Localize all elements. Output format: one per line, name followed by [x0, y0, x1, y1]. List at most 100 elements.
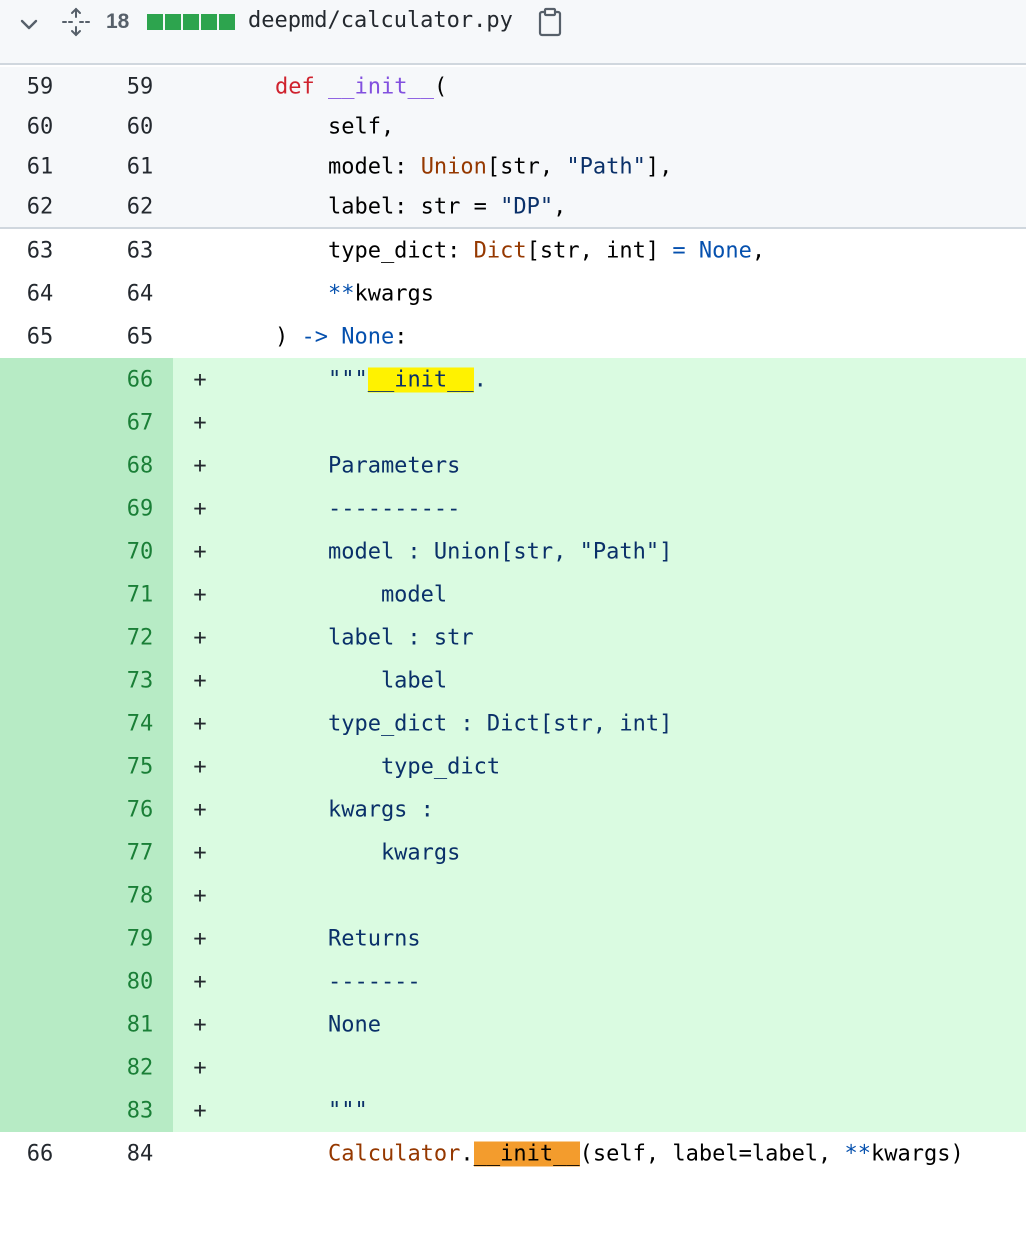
diff-sign: +: [193, 754, 207, 779]
new-line-number[interactable]: 77: [100, 840, 180, 865]
diff-sign: +: [193, 797, 207, 822]
diff-sign: +: [193, 625, 207, 650]
diff-row-added: 75 + type_dict: [0, 745, 1026, 788]
code-line: ) -> None:: [222, 324, 408, 349]
new-line-number[interactable]: 73: [100, 668, 180, 693]
new-line-number[interactable]: 59: [100, 75, 180, 100]
file-header: 18 deepmd/calculator.py: [0, 0, 1026, 65]
diff-sign: +: [193, 539, 207, 564]
file-name-link[interactable]: deepmd/calculator.py: [248, 8, 513, 33]
code-line: model : Union[str, "Path"]: [222, 539, 673, 564]
diff-sign: +: [193, 840, 207, 865]
code-line: **kwargs: [327, 281, 434, 306]
new-line-number[interactable]: 65: [100, 324, 180, 349]
code-line: kwargs: [222, 840, 461, 865]
new-line-number[interactable]: 72: [100, 625, 180, 650]
old-line-number[interactable]: 63: [0, 238, 80, 263]
diff-row-added: 71 + model: [0, 573, 1026, 616]
code-line: None: [222, 1012, 381, 1037]
new-line-number[interactable]: 67: [100, 410, 180, 435]
code-line: def __init__(: [274, 74, 448, 100]
code-line: ----------: [222, 496, 461, 521]
code-line: model: [222, 582, 448, 607]
old-line-number[interactable]: 59: [0, 75, 80, 100]
diff-row-context: 65 65 ) -> None:: [0, 315, 1026, 358]
diff-row-added: 74 + type_dict : Dict[str, int]: [0, 702, 1026, 745]
diff-sign: +: [193, 1055, 207, 1080]
diff-row-added: 68 + Parameters: [0, 444, 1026, 487]
new-line-number[interactable]: 76: [100, 797, 180, 822]
new-line-number[interactable]: 84: [100, 1141, 180, 1166]
new-line-number[interactable]: 82: [100, 1055, 180, 1080]
diff-sign: +: [193, 367, 207, 392]
new-line-number[interactable]: 75: [100, 754, 180, 779]
new-line-number[interactable]: 74: [100, 711, 180, 736]
new-line-number[interactable]: 69: [100, 496, 180, 521]
diff-row-added: 79 + Returns: [0, 917, 1026, 960]
old-line-number[interactable]: 64: [0, 281, 80, 306]
new-line-number[interactable]: 60: [100, 115, 180, 140]
diff-row-added: 77 + kwargs: [0, 831, 1026, 874]
diff-row-added: 78 +: [0, 874, 1026, 917]
diff-sign: +: [193, 410, 207, 435]
code-line: kwargs :: [222, 797, 434, 822]
diff-row-added: 73 + label: [0, 659, 1026, 702]
diffstat-bar: [165, 14, 181, 30]
new-line-number[interactable]: 80: [100, 969, 180, 994]
new-line-number[interactable]: 63: [100, 238, 180, 263]
code-line: label: [222, 668, 448, 693]
code-line: Returns: [222, 926, 421, 951]
diff-row-context: 61 61 model: Union[str, "Path"],: [0, 147, 1026, 187]
new-line-number[interactable]: 61: [100, 155, 180, 180]
old-line-number[interactable]: 61: [0, 155, 80, 180]
new-line-number[interactable]: 83: [100, 1098, 180, 1123]
diff-row-added: 70 + model : Union[str, "Path"]: [0, 530, 1026, 573]
code-line: model: Union[str, "Path"],: [222, 154, 673, 180]
copy-icon[interactable]: [537, 7, 563, 37]
expand-icon[interactable]: [60, 6, 92, 38]
new-line-number[interactable]: 81: [100, 1012, 180, 1037]
diff-row-context: 59 59 def __init__(: [0, 67, 1026, 107]
code-line: """: [222, 1098, 368, 1123]
diff-row-context: 64 64 **kwargs: [0, 272, 1026, 315]
diffstat-bar: [147, 14, 163, 30]
changes-count: 18: [106, 10, 130, 33]
new-line-number[interactable]: 64: [100, 281, 180, 306]
diff-sign: +: [193, 969, 207, 994]
diff-sign: +: [193, 883, 207, 908]
code-line: type_dict: Dict[str, int] = None,: [222, 238, 766, 263]
diff-row-added: 69 + ----------: [0, 487, 1026, 530]
new-line-number[interactable]: 68: [100, 453, 180, 478]
diff-row-added: 80 + -------: [0, 960, 1026, 1003]
diffstat-bar: [201, 14, 217, 30]
diff-row-added: 72 + label : str: [0, 616, 1026, 659]
diff-sign: +: [193, 496, 207, 521]
old-line-number[interactable]: 65: [0, 324, 80, 349]
diff-sign: +: [193, 668, 207, 693]
diff-row-added: 66 + """__init__.: [0, 358, 1026, 401]
code-line: """__init__.: [222, 367, 487, 392]
diff-row-context: 63 63 type_dict: Dict[str, int] = None,: [0, 229, 1026, 272]
diff-sign: +: [193, 926, 207, 951]
old-line-number[interactable]: 60: [0, 115, 80, 140]
new-line-number[interactable]: 78: [100, 883, 180, 908]
diff-row-added: 82 +: [0, 1046, 1026, 1089]
diffstat-bars: [147, 14, 235, 30]
code-line: label: str = "DP",: [222, 194, 567, 220]
old-line-number[interactable]: 66: [0, 1141, 80, 1166]
diff-row-context: 62 62 label: str = "DP",: [0, 187, 1026, 227]
new-line-number[interactable]: 70: [100, 539, 180, 564]
old-line-number[interactable]: 62: [0, 195, 80, 220]
diff-sign: +: [193, 711, 207, 736]
code-line: self,: [222, 114, 395, 140]
new-line-number[interactable]: 71: [100, 582, 180, 607]
diff-row-context: 60 60 self,: [0, 107, 1026, 147]
new-line-number[interactable]: 62: [100, 195, 180, 220]
diff-sign: +: [193, 582, 207, 607]
diffstat-bar: [219, 14, 235, 30]
chevron-down-icon[interactable]: [18, 14, 40, 36]
new-line-number[interactable]: 79: [100, 926, 180, 951]
diff-sign: +: [193, 1098, 207, 1123]
new-line-number[interactable]: 66: [100, 367, 180, 392]
code-line: Parameters: [222, 453, 461, 478]
